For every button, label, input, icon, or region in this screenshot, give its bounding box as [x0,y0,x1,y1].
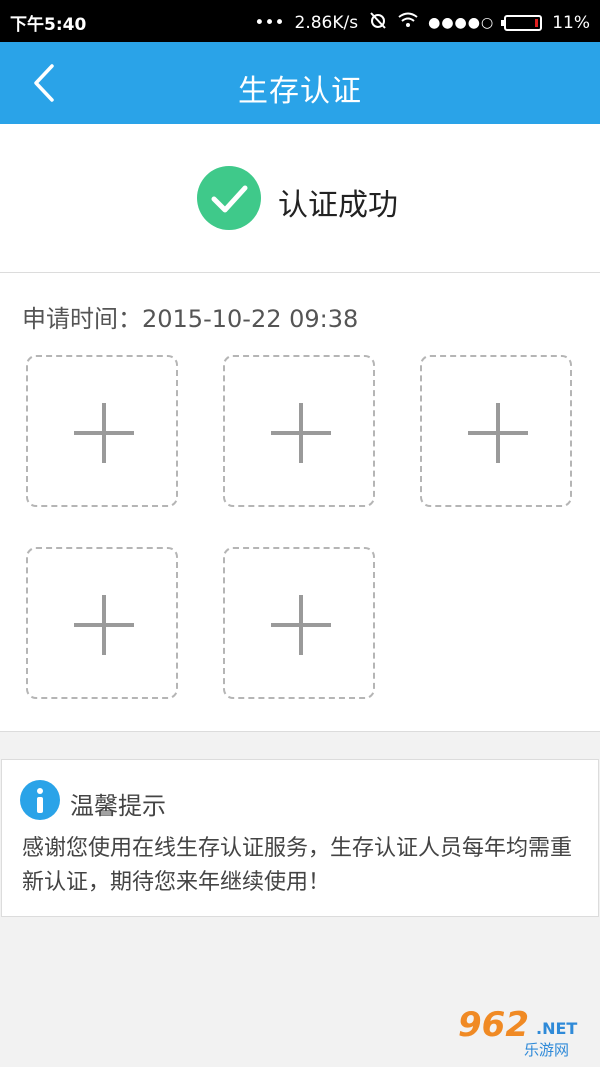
add-photo-icon [74,595,134,655]
add-photo-icon [74,403,134,463]
photo-slot[interactable] [223,547,375,699]
wifi-icon [398,12,418,33]
battery-percent: 11% [552,12,590,33]
tips-title: 温馨提示 [70,792,166,820]
result-label: 认证成功 [278,188,398,223]
status-right: ••• 2.86K/s ●●●●○ 11% [254,10,590,35]
alarm-off-icon [368,10,388,35]
check-circle-icon [197,166,261,230]
photo-slot[interactable] [26,547,178,699]
photo-slot[interactable] [420,355,572,507]
tips-body: 感谢您使用在线生存认证服务，生存认证人员每年均需重新认证，期待您来年继续使用！ [22,836,573,895]
add-photo-icon [468,403,528,463]
result-card: 认证成功 [0,124,600,273]
application-time-label: 申请时间： [22,305,142,333]
photo-slot[interactable] [223,355,375,507]
watermark-logo: 962 .NET 乐游网 [458,1005,592,1061]
battery-icon [501,14,543,31]
add-photo-icon [271,403,331,463]
info-icon [20,780,60,820]
status-bar: 下午5:40 ••• 2.86K/s ●●●●○ 11% [0,0,600,42]
status-time: 下午5:40 [10,15,87,35]
signal-strength: ●●●●○ [428,14,495,31]
tips-card: 温馨提示 感谢您使用在线生存认证服务，生存认证人员每年均需重新认证，期待您来年继… [1,759,599,917]
app-bar: 生存认证 [0,42,600,124]
application-time-value: 2015-10-22 09:38 [142,305,359,333]
watermark-number: 962 [458,1005,529,1045]
battery-level [535,18,539,27]
network-speed: 2.86K/s [294,12,359,33]
application-card: 申请时间：2015-10-22 09:38 [0,273,600,732]
application-time: 申请时间：2015-10-22 09:38 [22,299,358,334]
watermark-suffix: .NET [536,1019,578,1038]
photo-slot[interactable] [26,355,178,507]
more-dots-icon: ••• [254,12,285,33]
watermark-text: 乐游网 [524,1041,570,1059]
page-title: 生存认证 [238,74,362,109]
add-photo-icon [271,595,331,655]
